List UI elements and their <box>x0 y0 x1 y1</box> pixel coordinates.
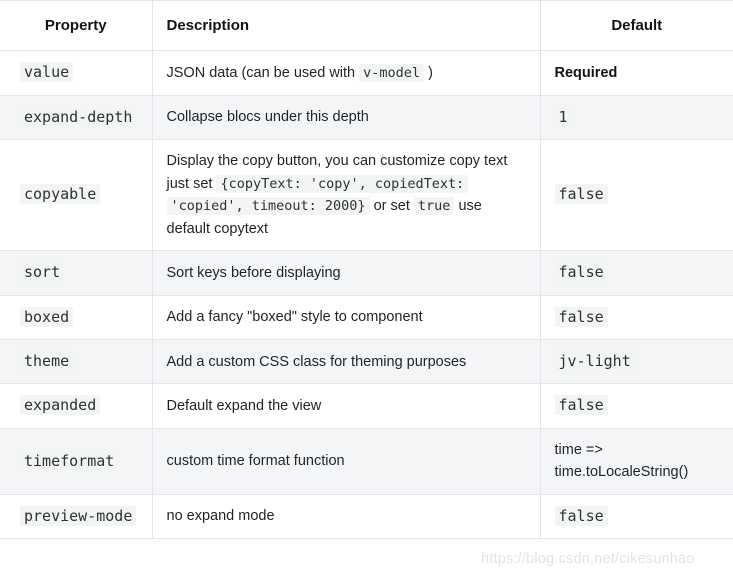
cell-property: expanded <box>0 384 152 428</box>
description-text: ) <box>424 65 433 81</box>
cell-default: false <box>540 384 733 428</box>
property-name: boxed <box>20 307 73 327</box>
inline-code: v-model <box>359 64 424 82</box>
description-text: Sort keys before displaying <box>167 265 341 281</box>
cell-property: copyable <box>0 140 152 251</box>
property-name: preview-mode <box>20 506 136 526</box>
table-row: copyable Display the copy button, you can… <box>0 140 733 251</box>
cell-default: time => time.toLocaleString() <box>540 428 733 494</box>
cell-description: Collapse blocs under this depth <box>152 95 540 139</box>
table-row: expand-depth Collapse blocs under this de… <box>0 95 733 139</box>
properties-table: Property Description Default value JSON d… <box>0 0 733 539</box>
default-value-code: false <box>555 506 608 526</box>
default-value-code: false <box>555 395 608 415</box>
watermark-url: https://blog.csdn.net/cikesunhao <box>481 551 695 567</box>
cell-default: false <box>540 251 733 295</box>
table-header-row: Property Description Default <box>0 1 733 51</box>
cell-property: theme <box>0 340 152 384</box>
cell-description: no expand mode <box>152 494 540 538</box>
cell-default: Required <box>540 51 733 95</box>
cell-property: preview-mode <box>0 494 152 538</box>
inline-code: true <box>414 197 455 215</box>
default-value-code: false <box>555 262 608 282</box>
cell-description: Add a custom CSS class for theming purpo… <box>152 340 540 384</box>
table-body: value JSON data (can be used with v-model… <box>0 51 733 539</box>
property-name: copyable <box>20 184 100 204</box>
cell-property: sort <box>0 251 152 295</box>
default-value-code: jv-light <box>555 351 635 371</box>
description-text: Add a fancy "boxed" style to component <box>167 309 423 325</box>
cell-property: boxed <box>0 295 152 339</box>
cell-default: 1 <box>540 95 733 139</box>
cell-default: false <box>540 494 733 538</box>
column-header-description: Description <box>152 1 540 51</box>
description-text: JSON data (can be used with <box>167 65 360 81</box>
description-text: Collapse blocs under this depth <box>167 109 369 125</box>
table-row: sort Sort keys before displaying false <box>0 251 733 295</box>
cell-property: value <box>0 51 152 95</box>
cell-description: Add a fancy "boxed" style to component <box>152 295 540 339</box>
table-row: expanded Default expand the view false <box>0 384 733 428</box>
cell-default: false <box>540 140 733 251</box>
property-name: timeformat <box>20 451 118 471</box>
table-row: timeformat custom time format function tim… <box>0 428 733 494</box>
cell-default: jv-light <box>540 340 733 384</box>
description-text: Add a custom CSS class for theming purpo… <box>167 354 467 370</box>
cell-property: timeformat <box>0 428 152 494</box>
property-name: expanded <box>20 395 100 415</box>
table-row: theme Add a custom CSS class for theming … <box>0 340 733 384</box>
table-row: boxed Add a fancy "boxed" style to compon… <box>0 295 733 339</box>
cell-description: Sort keys before displaying <box>152 251 540 295</box>
default-value-code: 1 <box>555 107 572 127</box>
description-text: or set <box>370 198 414 214</box>
table-header: Property Description Default <box>0 1 733 51</box>
property-name: sort <box>20 262 64 282</box>
cell-property: expand-depth <box>0 95 152 139</box>
cell-description: JSON data (can be used with v-model ) <box>152 51 540 95</box>
property-name: theme <box>20 351 73 371</box>
cell-description: custom time format function <box>152 428 540 494</box>
column-header-property: Property <box>0 1 152 51</box>
property-name: value <box>20 62 73 82</box>
default-value-text: time => time.toLocaleString() <box>555 442 689 480</box>
description-text: no expand mode <box>167 508 275 524</box>
description-text: custom time format function <box>167 453 345 469</box>
default-value-code: false <box>555 307 608 327</box>
cell-description: Display the copy button, you can customi… <box>152 140 540 251</box>
column-header-default: Default <box>540 1 733 51</box>
property-name: expand-depth <box>20 107 136 127</box>
default-value-code: false <box>555 184 608 204</box>
table-row: preview-mode no expand mode false <box>0 494 733 538</box>
cell-default: false <box>540 295 733 339</box>
cell-description: Default expand the view <box>152 384 540 428</box>
description-text: Default expand the view <box>167 398 322 414</box>
table-row: value JSON data (can be used with v-model… <box>0 51 733 95</box>
default-value-required: Required <box>555 65 618 81</box>
